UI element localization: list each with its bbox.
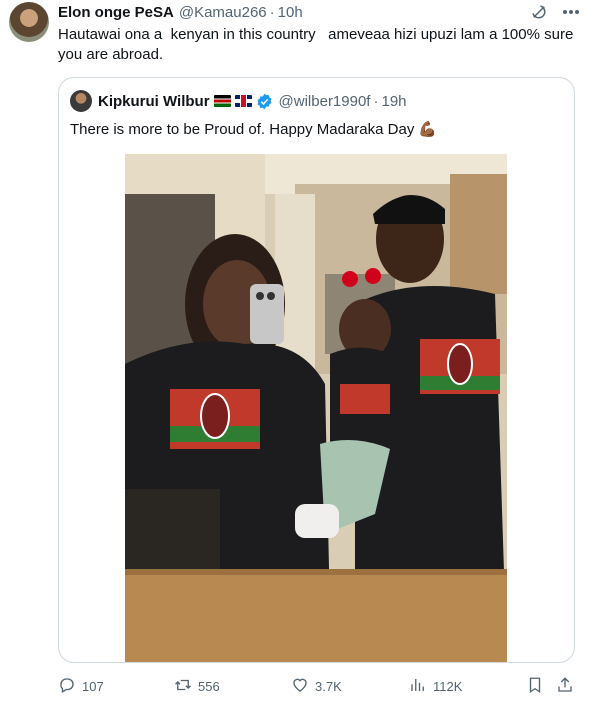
verified-badge-icon (256, 93, 273, 110)
views-button[interactable]: 112K (409, 675, 462, 697)
tweet-header: Elon onge PeSA @Kamau266 · 10h (58, 3, 581, 21)
quote-author-name: Kipkurui Wilbur (98, 92, 210, 110)
reply-icon (58, 676, 76, 697)
author-name[interactable]: Elon onge PeSA (58, 4, 174, 21)
like-count: 3.7K (315, 678, 342, 694)
quote-text-row: There is more to be Proud of. Happy Mada… (70, 120, 437, 140)
author-avatar[interactable] (9, 2, 49, 42)
kenya-flag-icon (213, 95, 231, 107)
like-button[interactable]: 3.7K (291, 675, 342, 697)
quoted-tweet[interactable]: Kipkurui Wilbur @wilber1990f · 19h There… (58, 77, 575, 663)
flexed-biceps-icon: 💪🏾 (418, 121, 438, 138)
uk-flag-icon (234, 95, 252, 107)
views-count: 112K (433, 678, 463, 694)
views-icon (409, 676, 427, 697)
share-button[interactable] (556, 675, 574, 697)
action-bar: 107 556 3.7K 112K (58, 675, 578, 697)
more-icon[interactable] (561, 3, 581, 21)
share-icon (556, 676, 574, 697)
tweet-text: Hautawai ona a kenyan in this country am… (58, 26, 578, 63)
repost-button[interactable]: 556 (174, 675, 220, 697)
header-icons (529, 3, 581, 21)
bookmark-icon (526, 676, 544, 697)
reply-button[interactable]: 107 (58, 675, 104, 697)
separator-dot: · (269, 3, 275, 21)
bookmark-button[interactable] (526, 675, 544, 697)
grok-icon[interactable] (529, 3, 549, 21)
quote-author-avatar (70, 90, 92, 112)
repost-icon (174, 676, 192, 697)
quote-photo[interactable] (125, 154, 507, 662)
quote-text: There is more to be Proud of. Happy Mada… (70, 121, 415, 138)
author-handle[interactable]: @Kamau266 (179, 4, 267, 21)
quote-author-handle: @wilber1990f (278, 92, 371, 110)
tweet-time[interactable]: 10h (278, 4, 303, 21)
quote-time: 19h (381, 92, 407, 110)
separator-dot: · (373, 92, 379, 110)
reply-count: 107 (82, 678, 104, 694)
repost-count: 556 (198, 678, 220, 694)
quote-header: Kipkurui Wilbur @wilber1990f · 19h (70, 90, 407, 112)
like-icon (291, 676, 309, 697)
